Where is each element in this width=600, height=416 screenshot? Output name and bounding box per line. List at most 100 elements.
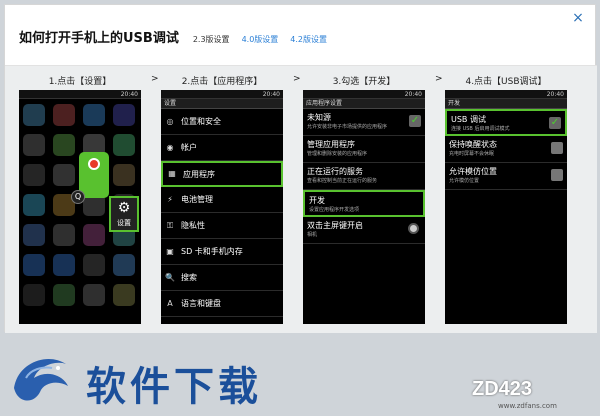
tab-version-2-3[interactable]: 2.3版设置 [193, 34, 230, 45]
option-double-tap-home[interactable]: 双击主屏键开启 相机 [303, 217, 425, 244]
step-3-title: 3.勾选【开发】 [332, 77, 396, 87]
app-icon[interactable] [53, 224, 75, 246]
option-stay-awake[interactable]: 保持唤醒状态 充电时屏幕不会休眠 [445, 136, 567, 163]
arrow-icon: > [293, 74, 301, 84]
search-icon[interactable]: Q [71, 190, 85, 204]
app-icon[interactable] [83, 254, 105, 276]
checkbox-checked-icon[interactable]: ✓ [549, 117, 561, 129]
app-icon[interactable] [113, 284, 135, 306]
item-label: 位置和安全 [181, 117, 221, 126]
option-subtitle: 连接 USB 后启用调试模式 [451, 126, 510, 132]
app-icon[interactable] [83, 284, 105, 306]
app-icon[interactable] [53, 284, 75, 306]
radio-icon[interactable] [408, 223, 419, 234]
status-bar-time: 20:40 [445, 90, 567, 99]
app-icon[interactable] [53, 134, 75, 156]
title-row: 如何打开手机上的USB调试 2.3版设置 4.0版设置 4.2版设置 [19, 27, 339, 47]
option-title: 允许模仿位置 [449, 167, 497, 176]
option-subtitle: 充电时屏幕不会休眠 [449, 151, 495, 157]
item-label: 电池管理 [181, 195, 213, 204]
settings-item-storage[interactable]: ▣ SD 卡和手机内存 [161, 239, 283, 265]
app-icon[interactable] [113, 164, 135, 186]
settings-item-language[interactable]: A 语言和键盘 [161, 291, 283, 317]
sd-card-icon: ▣ [166, 246, 174, 256]
settings-item-privacy[interactable]: ⚿ 隐私性 [161, 213, 283, 239]
checkbox-icon[interactable] [551, 142, 563, 154]
phone-settings-screen: 20:40 设置 ◎ 位置和安全 ◉ 帐户 ▦ 应用程序 ⚡ 电池管理 ⚿ 隐私性 ▣ SD… [161, 90, 283, 324]
item-label: 隐私性 [181, 221, 205, 230]
app-icon[interactable] [83, 104, 105, 126]
app-icon[interactable] [23, 284, 45, 306]
app-icon[interactable] [113, 254, 135, 276]
phone-home-screen: 20:40 Q ⚙ 设置 [19, 90, 141, 324]
checkbox-icon[interactable] [551, 169, 563, 181]
steps-panel: 1.点击【设置】 > 2.点击【应用程序】 > 3.勾选【开发】 > 4.点击【… [5, 65, 597, 333]
account-icon: ◉ [166, 142, 174, 152]
settings-item-accounts[interactable]: ◉ 帐户 [161, 135, 283, 161]
item-label: 应用程序 [183, 169, 215, 179]
phone-applications-screen: 20:40 应用程序设置 未知源 允许安装非电子市场提供的应用程序 ✓ 管理应用… [303, 90, 425, 324]
settings-item-location[interactable]: ◎ 位置和安全 [161, 109, 283, 135]
checkbox-checked-icon[interactable]: ✓ [409, 115, 421, 127]
option-title: 双击主屏键开启 [307, 221, 363, 230]
status-bar-time: 20:40 [303, 90, 425, 99]
step-4-title: 4.点击【USB调试】 [465, 77, 547, 87]
battery-icon: ⚡ [167, 194, 173, 204]
item-label: 帐户 [181, 143, 197, 152]
settings-item-battery[interactable]: ⚡ 电池管理 [161, 187, 283, 213]
option-title: 保持唤醒状态 [449, 140, 497, 149]
status-bar-time: 20:40 [161, 90, 283, 99]
screen-header: 设置 [161, 99, 283, 109]
settings-label: 设置 [117, 219, 131, 227]
dragon-logo-icon [14, 358, 68, 401]
option-subtitle: 设置应用程序开发选项 [309, 207, 360, 213]
app-icon[interactable] [23, 104, 45, 126]
settings-item-search[interactable]: 🔍 搜索 [161, 265, 283, 291]
tab-version-4-0[interactable]: 4.0版设置 [242, 34, 279, 45]
option-unknown-sources[interactable]: 未知源 允许安装非电子市场提供的应用程序 ✓ [303, 109, 425, 136]
option-development[interactable]: 开发 设置应用程序开发选项 [303, 190, 425, 217]
option-subtitle: 允许模仿位置 [449, 178, 480, 184]
option-usb-debugging[interactable]: USB 调试 连接 USB 后启用调试模式 ✓ [445, 109, 567, 136]
search-icon: 🔍 [165, 272, 175, 282]
tab-version-4-2[interactable]: 4.2版设置 [290, 34, 327, 45]
bulb-app-icon[interactable] [79, 152, 109, 198]
app-icon[interactable] [23, 224, 45, 246]
screen-header: 应用程序设置 [303, 99, 425, 109]
option-running-services[interactable]: 正在运行的服务 查看和控制当前正在运行的服务 [303, 163, 425, 190]
brand-text: 软件下载 [86, 363, 262, 410]
option-subtitle: 管理和删除安装的应用程序 [307, 151, 368, 157]
language-icon: A [167, 298, 173, 308]
app-icon[interactable] [113, 104, 135, 126]
arrow-icon: > [151, 74, 159, 84]
option-title: 开发 [309, 196, 325, 205]
gear-icon: ⚙ [117, 200, 131, 216]
option-title: 管理应用程序 [307, 140, 355, 149]
item-label: SD 卡和手机内存 [181, 247, 243, 256]
step-1-title: 1.点击【设置】 [48, 77, 112, 87]
option-subtitle: 允许安装非电子市场提供的应用程序 [307, 124, 388, 130]
site-url: www.zdfans.com [498, 402, 557, 410]
settings-item-applications[interactable]: ▦ 应用程序 [161, 161, 283, 187]
settings-app-button[interactable]: ⚙ 设置 [109, 196, 139, 232]
bulb-icon [88, 158, 100, 170]
app-icon[interactable] [23, 164, 45, 186]
app-icon[interactable] [53, 254, 75, 276]
step-2-title: 2.点击【应用程序】 [181, 77, 263, 87]
option-manage-apps[interactable]: 管理应用程序 管理和删除安装的应用程序 [303, 136, 425, 163]
zd423-logo: ZD423 [472, 378, 533, 400]
screen-header: 开发 [445, 99, 567, 109]
close-icon[interactable]: × [571, 11, 585, 25]
app-icon[interactable] [83, 224, 105, 246]
app-icon[interactable] [23, 134, 45, 156]
app-icon[interactable] [23, 194, 45, 216]
app-icon[interactable] [23, 254, 45, 276]
app-icon[interactable] [53, 164, 75, 186]
app-icon[interactable] [113, 134, 135, 156]
phone-development-screen: 20:40 开发 USB 调试 连接 USB 后启用调试模式 ✓ 保持唤醒状态 … [445, 90, 567, 324]
option-mock-locations[interactable]: 允许模仿位置 允许模仿位置 [445, 163, 567, 190]
app-icon[interactable] [53, 104, 75, 126]
option-subtitle: 相机 [307, 232, 318, 238]
arrow-icon: > [435, 74, 443, 84]
watermark-right: ZD423 www.zdfans.com [472, 378, 592, 414]
